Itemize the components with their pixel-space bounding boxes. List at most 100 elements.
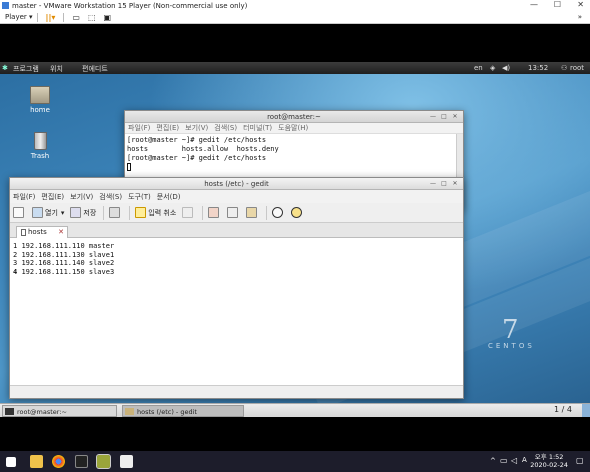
paste-button[interactable]	[246, 207, 259, 218]
notification-icon[interactable]: ▢	[576, 456, 584, 465]
places-menu[interactable]: 위치	[50, 64, 63, 74]
close-button[interactable]: ✕	[577, 0, 584, 9]
menu-file[interactable]: 파일(F)	[13, 192, 35, 202]
gedit-icon	[125, 408, 134, 415]
print-button[interactable]	[109, 207, 122, 218]
copy-button[interactable]	[227, 207, 240, 218]
windows-taskbar: ^ ▭ ◁ A 오후 1:52 2020-02-24 ▢	[0, 451, 590, 472]
replace-button[interactable]	[291, 207, 304, 218]
gedit-title: hosts (/etc) - gedit	[204, 180, 269, 188]
terminal-title: root@master:~	[267, 113, 321, 121]
chevron-down-icon[interactable]: ▾	[61, 209, 65, 217]
input-language[interactable]: en	[474, 64, 483, 72]
undo-button[interactable]: 입력 취소	[135, 207, 176, 218]
search-button[interactable]	[272, 207, 285, 218]
vmware-icon[interactable]	[96, 454, 111, 469]
pause-icon[interactable]: ||▾	[46, 13, 56, 22]
search-icon	[272, 207, 284, 218]
cut-button[interactable]	[208, 207, 221, 218]
terminal-icon[interactable]	[75, 455, 88, 468]
close-tab-icon[interactable]: ✕	[58, 227, 64, 238]
volume-icon[interactable]: ◀)	[502, 64, 510, 72]
open-button[interactable]: 열기 ▾	[32, 207, 64, 218]
menu-view[interactable]: 보기(V)	[70, 192, 93, 202]
save-button[interactable]: 저장	[70, 207, 96, 218]
minimize-button[interactable]: —	[429, 180, 437, 188]
new-document-icon	[13, 207, 24, 218]
menu-view[interactable]: 보기(V)	[185, 123, 208, 133]
open-label: 열기	[45, 208, 58, 217]
workspace-switcher[interactable]: 1 / 4	[554, 405, 572, 414]
editor-launcher[interactable]: 편에디트	[82, 64, 108, 74]
tray-chevron-icon[interactable]: ^	[490, 457, 496, 465]
close-button[interactable]: ✕	[451, 113, 459, 121]
desktop-icon-trash[interactable]: Trash	[22, 132, 58, 160]
menu-search[interactable]: 검색(S)	[214, 123, 237, 133]
centos-watermark: 7 CENTOS	[488, 315, 535, 350]
menu-search[interactable]: 검색(S)	[99, 192, 122, 202]
menu-terminal[interactable]: 터미널(T)	[243, 123, 272, 133]
fullscreen-icon[interactable]: ⬚	[88, 13, 96, 22]
scroll-right-icon[interactable]: »	[578, 13, 582, 21]
desktop-icon-home[interactable]: home	[22, 86, 58, 114]
unity-icon[interactable]: ▣	[104, 13, 112, 22]
vmware-titlebar: master - VMware Workstation 15 Player (N…	[0, 0, 590, 11]
input-method-icon[interactable]: A	[522, 456, 527, 464]
foot-icon[interactable]: ✱	[2, 64, 10, 72]
workspace-indicator[interactable]	[582, 404, 590, 418]
menu-edit[interactable]: 편집(E)	[156, 123, 179, 133]
vm-settings-icon[interactable]: ▭	[72, 13, 80, 22]
taskbar-item-gedit[interactable]: hosts (/etc) - gedit	[122, 405, 244, 417]
applications-menu[interactable]: 프로그램	[13, 64, 39, 74]
network-icon[interactable]: ◈	[490, 64, 495, 72]
vmware-window-title: master - VMware Workstation 15 Player (N…	[12, 1, 248, 10]
maximize-button[interactable]: □	[440, 180, 448, 188]
new-button[interactable]	[13, 207, 26, 218]
terminal-icon	[5, 408, 14, 415]
maximize-button[interactable]: □	[440, 113, 448, 121]
redo-button[interactable]	[182, 207, 195, 218]
taskbar-item-terminal[interactable]: root@master:~	[2, 405, 117, 417]
copy-icon	[227, 207, 239, 218]
gnome-top-panel: ✱ 프로그램 위치 편에디트 en ◈ ◀) 13:52 ⚇ root	[0, 62, 590, 74]
desktop-icon-label: home	[30, 106, 50, 114]
minimize-button[interactable]: —	[530, 0, 538, 9]
wifi-icon[interactable]: ▭	[500, 456, 508, 465]
editor-line: 1 192.168.111.110 master	[13, 242, 463, 251]
line-number: 3	[13, 259, 18, 267]
menu-tools[interactable]: 도구(T)	[128, 192, 151, 202]
menu-help[interactable]: 도움말(H)	[278, 123, 308, 133]
terminal-cursor	[127, 163, 131, 171]
file-explorer-icon[interactable]	[30, 455, 43, 468]
menu-file[interactable]: 파일(F)	[128, 123, 150, 133]
notepad-icon[interactable]	[120, 455, 133, 468]
terminal-line: [root@master ~]# gedit /etc/hosts	[127, 154, 267, 162]
line-text: 192.168.111.130 slave1	[21, 250, 115, 259]
terminal-line: hosts hosts.allow hosts.deny	[127, 145, 279, 153]
close-button[interactable]: ✕	[451, 180, 459, 188]
tab-label: hosts	[28, 228, 47, 236]
centos-version: 7	[502, 315, 519, 345]
player-menu[interactable]: Player ▾	[5, 13, 33, 21]
gedit-titlebar[interactable]: hosts (/etc) - gedit — □ ✕	[10, 178, 463, 190]
start-icon[interactable]	[6, 457, 16, 467]
chrome-icon[interactable]	[52, 455, 65, 468]
line-text: 192.168.111.140 slave2	[21, 259, 115, 267]
editor-line: 2 192.168.111.130 slave1	[13, 251, 463, 260]
menu-documents[interactable]: 문서(D)	[157, 192, 181, 202]
clock[interactable]: 13:52	[528, 64, 548, 72]
line-number: 2	[13, 250, 18, 259]
clock-time: 오후 1:52	[534, 453, 564, 461]
terminal-titlebar[interactable]: root@master:~ — □ ✕	[125, 111, 463, 123]
terminal-output[interactable]: [root@master ~]# gedit /etc/hosts hosts h…	[125, 134, 463, 174]
maximize-button[interactable]: ☐	[554, 0, 561, 9]
gedit-window[interactable]: hosts (/etc) - gedit — □ ✕ 파일(F) 편집(E) 보…	[9, 177, 464, 399]
line-text: 192.168.111.110 master	[21, 242, 115, 250]
editor-line: 4 192.168.111.150 slave3	[13, 268, 463, 277]
text-editor[interactable]: 1 192.168.111.110 master 2 192.168.111.13…	[10, 238, 463, 374]
menu-edit[interactable]: 편집(E)	[41, 192, 64, 202]
user-menu[interactable]: root	[570, 64, 584, 72]
minimize-button[interactable]: —	[429, 113, 437, 121]
volume-icon[interactable]: ◁	[511, 456, 517, 465]
system-clock[interactable]: 오후 1:52 2020-02-24	[530, 453, 568, 469]
